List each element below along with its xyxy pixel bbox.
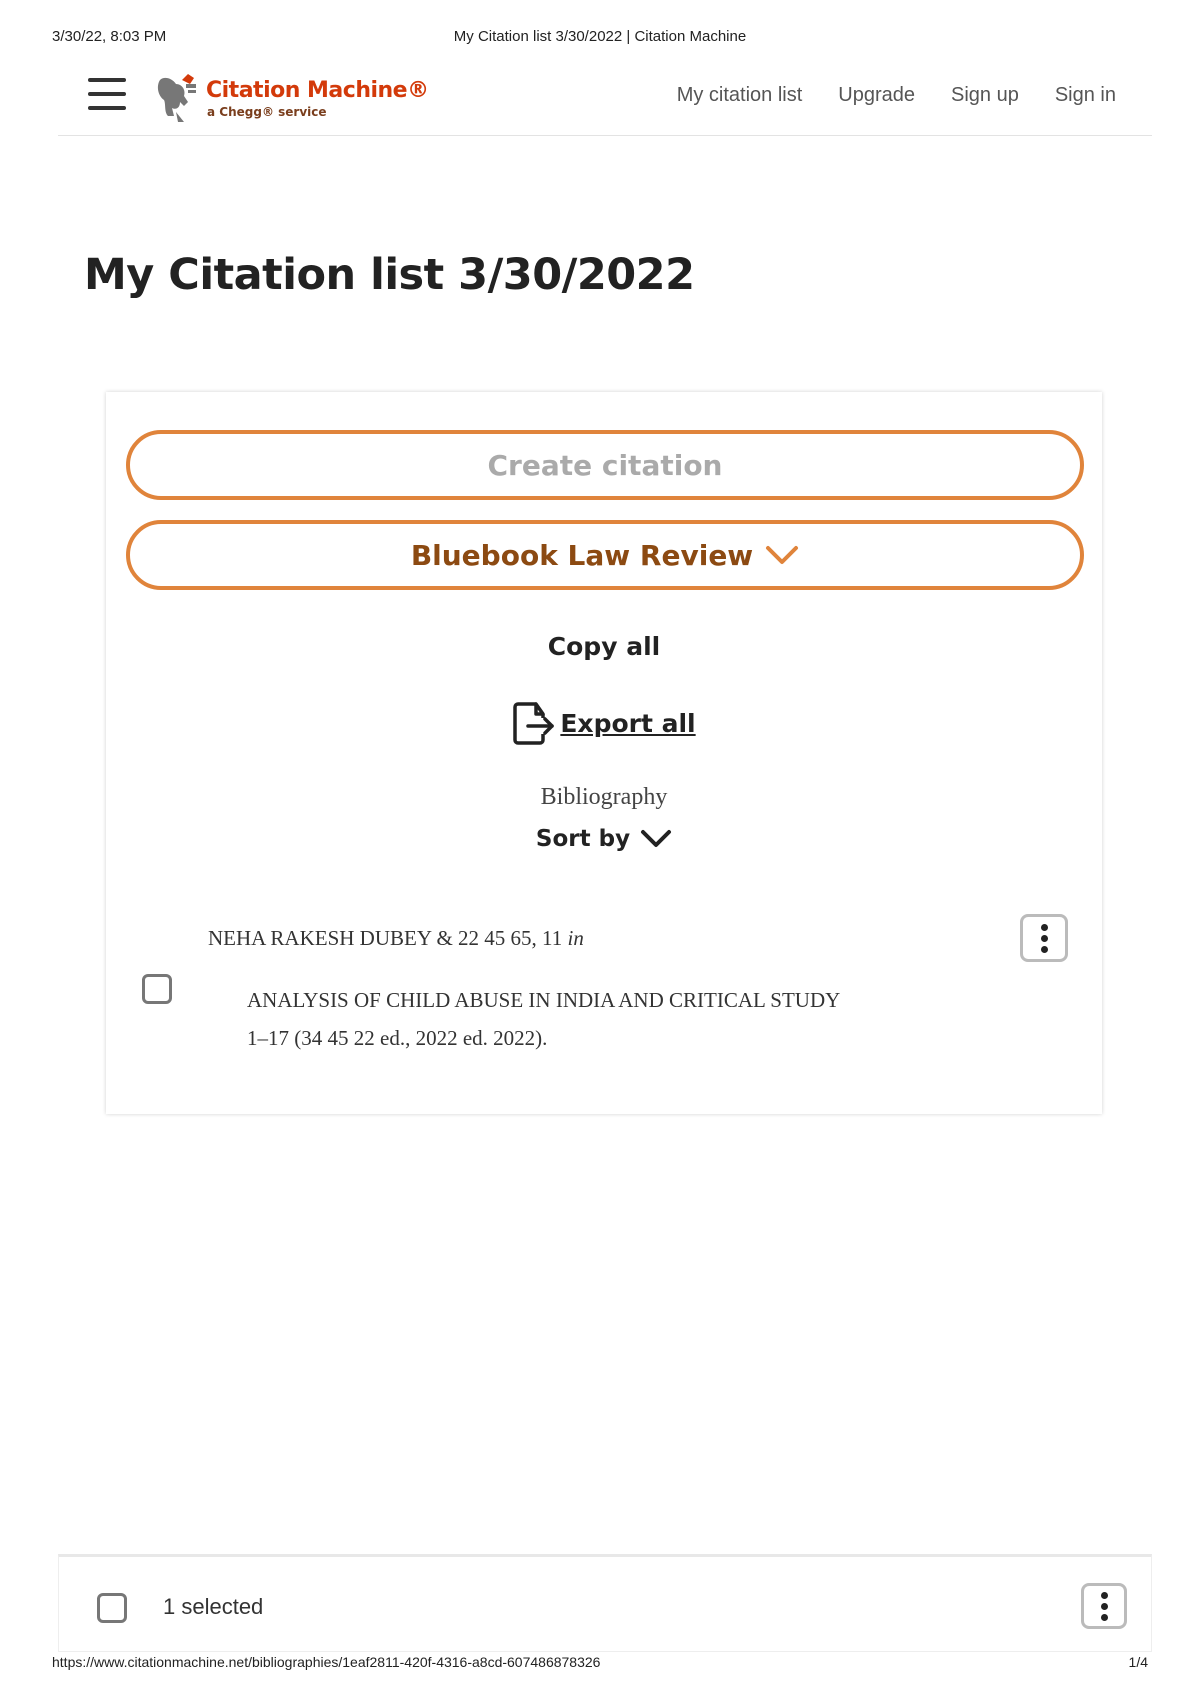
menu-icon[interactable]	[88, 78, 126, 112]
copy-all-button[interactable]: Copy all	[106, 632, 1102, 661]
export-icon	[513, 702, 555, 745]
citation-authors: NEHA RAKESH DUBEY & 22 45 65, 11	[208, 926, 568, 950]
page-title: My Citation list 3/30/2022	[84, 250, 695, 300]
nav-links: My citation list Upgrade Sign up Sign in	[677, 84, 1116, 107]
citation-style-selector[interactable]: Bluebook Law Review	[126, 520, 1084, 590]
citation-in: in	[567, 926, 584, 950]
selected-count: 1 selected	[163, 1594, 264, 1619]
nav-upgrade[interactable]: Upgrade	[838, 84, 915, 107]
logo-subtext: a Chegg® service	[207, 105, 327, 119]
citation-style-label: Bluebook Law Review	[410, 538, 754, 572]
print-doc-title: My Citation list 3/30/2022 | Citation Ma…	[453, 28, 747, 45]
more-vertical-icon	[1040, 923, 1048, 931]
citation-publication-info: 1–17 (34 45 22 ed., 2022 ed. 2022).	[247, 1026, 548, 1050]
print-footer: https://www.citationmachine.net/bibliogr…	[52, 1654, 1148, 1674]
bulk-more-options-button[interactable]	[1081, 1583, 1127, 1629]
copy-all-label: Copy all	[547, 632, 661, 661]
citation-more-options-button[interactable]	[1020, 914, 1068, 962]
nav-sign-up[interactable]: Sign up	[951, 84, 1019, 107]
nav-sign-in[interactable]: Sign in	[1055, 84, 1116, 107]
print-page-number: 1/4	[1128, 1654, 1148, 1670]
citation-checkbox[interactable]	[142, 974, 172, 1004]
sort-by-label: Sort by	[535, 826, 631, 852]
select-all-checkbox[interactable]	[97, 1593, 127, 1623]
chevron-down-icon	[641, 830, 672, 847]
chevron-down-icon	[766, 546, 799, 564]
top-navbar: Citation Machine® a Chegg® service My ci…	[58, 64, 1152, 136]
citation-machine-logo[interactable]: Citation Machine® a Chegg® service	[154, 72, 429, 122]
more-vertical-icon	[1100, 1591, 1108, 1599]
nav-my-citation-list[interactable]: My citation list	[677, 84, 803, 107]
citation-list-panel: Create citation Bluebook Law Review Copy…	[106, 392, 1102, 1114]
citation-title: ANALYSIS OF CHILD ABUSE IN INDIA AND CRI…	[247, 988, 841, 1012]
logo-text: Citation Machine®	[206, 78, 429, 103]
squirrel-logo-icon	[157, 74, 196, 122]
bibliography-heading: Bibliography	[540, 784, 668, 810]
create-citation-label: Create citation	[487, 448, 723, 482]
citation-text-line1: NEHA RAKESH DUBEY & 22 45 65, 11 in	[208, 926, 584, 951]
export-all-button[interactable]: Export all	[106, 700, 1102, 746]
create-citation-button[interactable]: Create citation	[126, 430, 1084, 500]
sort-by-dropdown[interactable]: Sort by	[106, 826, 1102, 852]
print-url: https://www.citationmachine.net/bibliogr…	[52, 1654, 601, 1670]
print-header: 3/30/22, 8:03 PM My Citation list 3/30/2…	[52, 28, 1148, 48]
export-all-label: Export all	[560, 708, 696, 738]
selection-toolbar: 1 selected	[58, 1554, 1152, 1652]
